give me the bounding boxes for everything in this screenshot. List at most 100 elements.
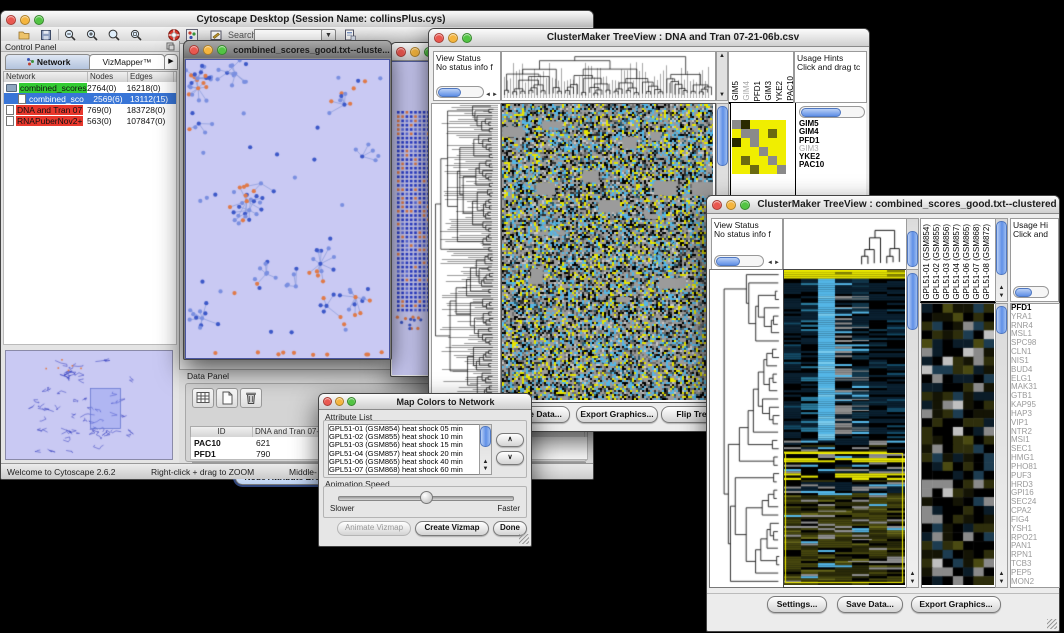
- scroll-left-arrow[interactable]: ◄: [767, 260, 773, 266]
- tv1-zoom-cell[interactable]: [777, 156, 786, 165]
- tv1-zoom-cell[interactable]: [777, 120, 786, 129]
- tv1-zoom-heatmap[interactable]: [732, 120, 786, 174]
- tv1-zoom-cell[interactable]: [768, 129, 777, 138]
- tv1-zoom-cell[interactable]: [759, 165, 768, 174]
- tv1-zoom-cell[interactable]: [732, 120, 741, 129]
- tv1-zoom-cell[interactable]: [750, 129, 759, 138]
- attribute-list-scrollbar[interactable]: ▲▼: [479, 424, 492, 475]
- open-file-icon[interactable]: [17, 28, 31, 42]
- tv1-row-dendrogram-canvas[interactable]: [432, 104, 498, 400]
- close-button[interactable]: [6, 15, 16, 25]
- tv2-heatmap-vscrollbar[interactable]: ▲▼: [906, 269, 919, 588]
- zoom-button[interactable]: [740, 200, 750, 210]
- new-attribute-icon[interactable]: [216, 388, 238, 408]
- close-button[interactable]: [396, 47, 406, 57]
- tv2-zoom-vscrollbar[interactable]: ▲▼: [995, 303, 1008, 588]
- tv2-status-scrollbar[interactable]: [714, 255, 764, 267]
- tv1-zoom-cell[interactable]: [759, 147, 768, 156]
- tab-overflow-button[interactable]: ▶: [164, 54, 178, 70]
- help-lifebuoy-icon[interactable]: [167, 28, 181, 42]
- tv2-dendro-vscrollbar[interactable]: [906, 218, 919, 270]
- network-table-row[interactable]: combined_scores2764(0)16218(0): [4, 82, 176, 93]
- attribute-list-item[interactable]: GPL51-04 (GSM857) heat shock 20 min: [329, 450, 491, 458]
- minimize-button[interactable]: [410, 47, 420, 57]
- scroll-right-arrow[interactable]: ►: [492, 92, 498, 98]
- tab-network[interactable]: Network: [5, 54, 91, 70]
- minimize-button[interactable]: [726, 200, 736, 210]
- tv1-zoom-cell[interactable]: [750, 156, 759, 165]
- minimize-button[interactable]: [203, 45, 213, 55]
- tv1-zoom-cell[interactable]: [768, 165, 777, 174]
- col-id[interactable]: ID: [191, 427, 253, 437]
- col-nodes[interactable]: Nodes: [88, 72, 128, 82]
- tv1-global-heatmap-canvas[interactable]: [502, 104, 713, 400]
- resize-grip[interactable]: [519, 534, 529, 544]
- tv1-zoom-cell[interactable]: [741, 138, 750, 147]
- network-table-row[interactable]: RNAPuberNov2+563(0)107847(0): [4, 115, 176, 126]
- tv2-labels-vscrollbar[interactable]: ▲▼: [995, 218, 1008, 302]
- tv1-zoom-cell[interactable]: [777, 129, 786, 138]
- zoom-button[interactable]: [462, 33, 472, 43]
- tv1-zoom-cell[interactable]: [750, 165, 759, 174]
- dialog-titlebar[interactable]: Map Colors to Network: [319, 394, 531, 410]
- scroll-right-arrow[interactable]: ►: [774, 260, 780, 266]
- zoom-button[interactable]: [217, 45, 227, 55]
- speed-slider-thumb[interactable]: [420, 491, 433, 504]
- tv1-zoom-cell[interactable]: [759, 129, 768, 138]
- zoom-fit-icon[interactable]: [107, 28, 121, 42]
- minimize-button[interactable]: [20, 15, 30, 25]
- tv1-zoom-cell[interactable]: [741, 165, 750, 174]
- tv1-zoom-cell[interactable]: [759, 156, 768, 165]
- tv1-zoom-cell[interactable]: [759, 120, 768, 129]
- tv1-zoom-cell[interactable]: [768, 138, 777, 147]
- save-data-button[interactable]: Save Data...: [837, 596, 903, 613]
- tv2-zoom-heatmap-canvas[interactable]: [922, 304, 994, 585]
- tv1-zoom-cell[interactable]: [732, 156, 741, 165]
- col-edges[interactable]: Edges: [128, 72, 174, 82]
- tv1-zoom-cell[interactable]: [777, 147, 786, 156]
- zoom-out-icon[interactable]: [63, 28, 77, 42]
- tv1-dendro-scroll-strip[interactable]: ▲▼: [716, 51, 728, 101]
- close-button[interactable]: [189, 45, 199, 55]
- tab-vizmapper[interactable]: VizMapper™: [89, 54, 165, 70]
- tv1-column-dendrogram-canvas[interactable]: [502, 52, 713, 98]
- close-button[interactable]: [712, 200, 722, 210]
- close-button[interactable]: [434, 33, 444, 43]
- zoom-button[interactable]: [347, 397, 356, 406]
- attribute-list-item[interactable]: GPL51-03 (GSM856) heat shock 15 min: [329, 441, 491, 449]
- tv1-zoom-cell[interactable]: [777, 165, 786, 174]
- tv2-hints-scrollbar[interactable]: [1013, 286, 1049, 298]
- zoom-in-icon[interactable]: [85, 28, 99, 42]
- resize-grip[interactable]: [1047, 619, 1057, 629]
- tv2-global-heatmap-canvas[interactable]: [784, 270, 905, 585]
- tv1-zoom-cell[interactable]: [768, 120, 777, 129]
- move-up-button[interactable]: ∧: [496, 433, 524, 447]
- network-overview-canvas[interactable]: [5, 350, 173, 460]
- treeview2-titlebar[interactable]: ClusterMaker TreeView : combined_scores_…: [707, 196, 1059, 214]
- tv1-zoom-cell[interactable]: [732, 138, 741, 147]
- attribute-table-icon[interactable]: [192, 388, 214, 408]
- tv1-zoom-cell[interactable]: [741, 129, 750, 138]
- tv1-zoom-hscrollbar[interactable]: [799, 106, 865, 118]
- network-table-row[interactable]: combined_sco2569(6)13112(15): [4, 93, 176, 104]
- attribute-list-item[interactable]: GPL51-02 (GSM855) heat shock 10 min: [329, 433, 491, 441]
- zoom-selected-icon[interactable]: [129, 28, 143, 42]
- network-canvas[interactable]: [185, 59, 390, 359]
- delete-attribute-icon[interactable]: [240, 388, 262, 408]
- settings-button[interactable]: Settings...: [767, 596, 827, 613]
- tv2-column-dendrogram-canvas[interactable]: [784, 219, 905, 267]
- tv1-zoom-cell[interactable]: [768, 147, 777, 156]
- tv1-zoom-cell[interactable]: [759, 138, 768, 147]
- zoom-button[interactable]: [34, 15, 44, 25]
- attribute-list-item[interactable]: GPL51-07 (GSM868) heat shock 60 min: [329, 466, 491, 474]
- tv2-row-dendrogram-canvas[interactable]: [710, 270, 782, 585]
- create-vizmap-button[interactable]: Create Vizmap: [415, 521, 489, 536]
- tv1-status-scrollbar[interactable]: [436, 86, 484, 98]
- minimize-button[interactable]: [335, 397, 344, 406]
- tv1-zoom-cell[interactable]: [750, 120, 759, 129]
- scroll-left-arrow[interactable]: ◄: [485, 92, 491, 98]
- tv1-zoom-cell[interactable]: [732, 147, 741, 156]
- tv1-zoom-cell[interactable]: [732, 129, 741, 138]
- treeview1-titlebar[interactable]: ClusterMaker TreeView : DNA and Tran 07-…: [429, 29, 869, 47]
- tv1-zoom-cell[interactable]: [741, 156, 750, 165]
